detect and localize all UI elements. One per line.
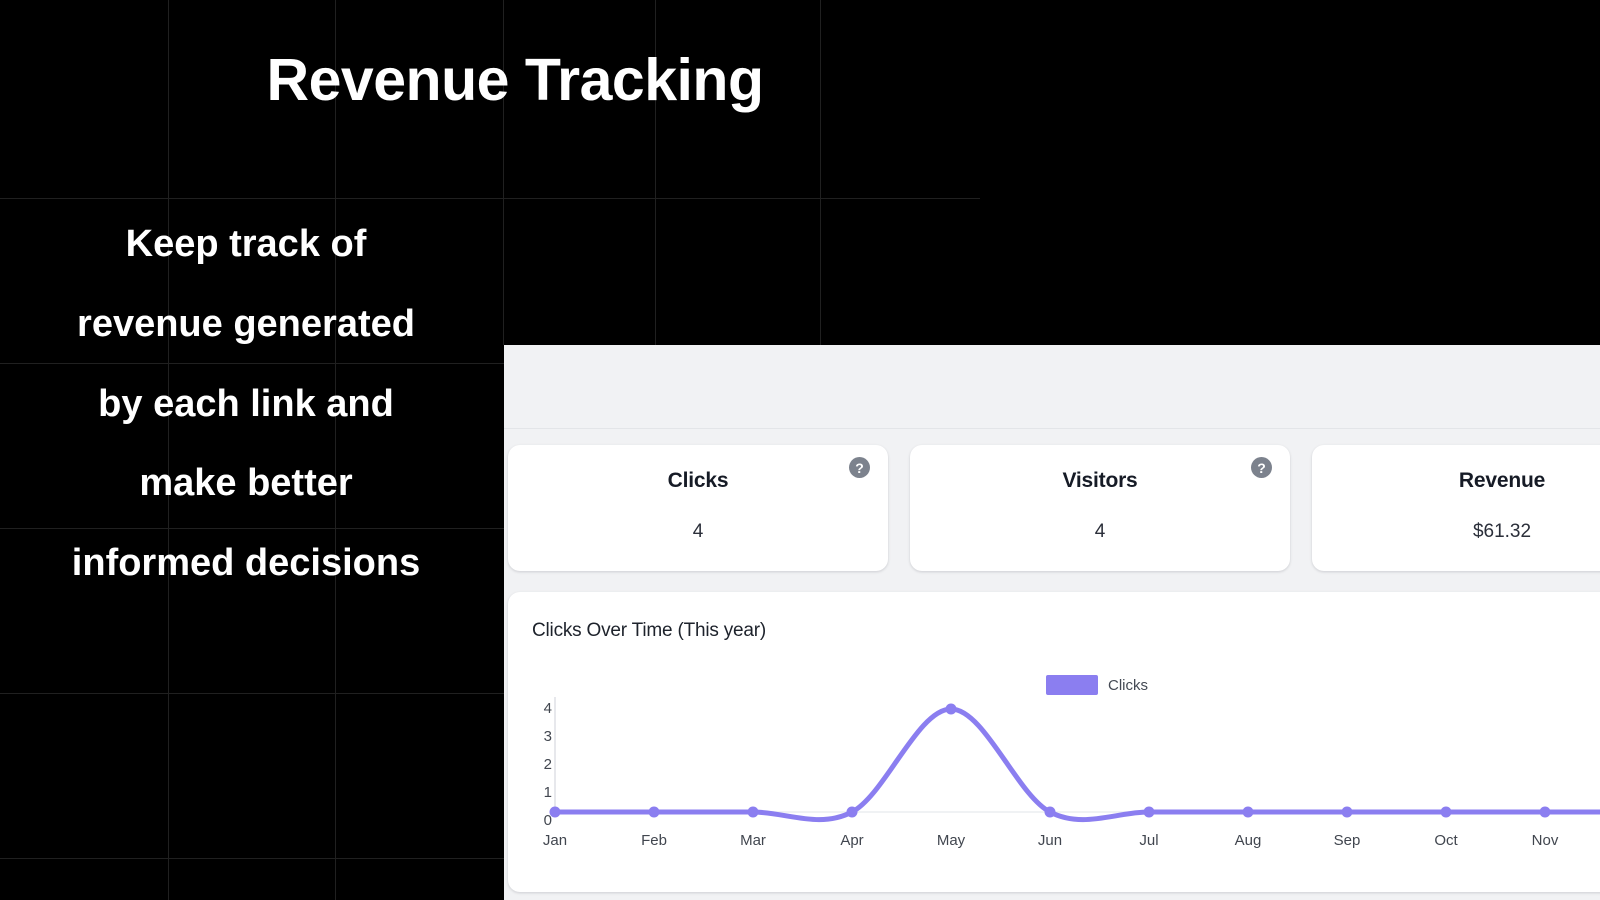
hero-line: revenue generated <box>77 302 415 345</box>
stat-card-title: Revenue <box>1458 469 1546 492</box>
app-panel: Clicks 4 ? Visitors 4 ? Revenue $61.32 ?… <box>504 345 1600 900</box>
x-axis-tick: Oct <box>1434 832 1458 849</box>
stat-card-value: 4 <box>1094 521 1106 542</box>
x-axis-tick: Jun <box>1037 832 1063 849</box>
stat-card-title: Visitors <box>1062 469 1138 492</box>
stat-card-revenue[interactable]: Revenue $61.32 ? <box>1312 445 1600 571</box>
stat-card-clicks[interactable]: Clicks 4 ? <box>508 445 888 571</box>
grid-line-horizontal <box>0 198 980 199</box>
x-axis-tick: Mar <box>740 832 766 849</box>
x-axis-tick: Apr <box>840 832 864 849</box>
stats-card-row: Clicks 4 ? Visitors 4 ? Revenue $61.32 ? <box>508 445 1600 571</box>
grid-line-horizontal <box>0 858 504 859</box>
hero-line: by each link and <box>98 382 394 425</box>
hero-line: informed decisions <box>71 542 421 585</box>
grid-line-horizontal <box>0 693 504 694</box>
screen-root: Revenue Tracking Keep track of revenue g… <box>0 0 1600 900</box>
help-icon[interactable]: ? <box>849 457 870 478</box>
stat-card-title: Clicks <box>667 469 729 492</box>
x-axis-tick: Jul <box>1139 832 1159 849</box>
stat-card-value: 4 <box>692 521 704 542</box>
clicks-over-time-card: Clicks Over Time (This year) Clicks 4 3 … <box>508 592 1600 892</box>
x-axis-tick: Nov <box>1531 832 1559 849</box>
x-axis-tick: May <box>936 832 966 849</box>
hero-description: Keep track of revenue generated by each … <box>0 205 492 604</box>
x-axis-tick: Feb <box>641 832 667 849</box>
hero-line: Keep track of <box>125 223 367 265</box>
help-icon[interactable]: ? <box>1251 457 1272 478</box>
x-axis-tick: Aug <box>1234 832 1262 849</box>
hero-line: make better <box>139 462 353 505</box>
x-axis-tick: Jan <box>542 832 568 849</box>
x-axis-tick-labels: JanFebMarAprMayJunJulAugSepOctNovDec <box>508 832 1600 856</box>
panel-toolbar <box>504 345 1600 429</box>
stat-card-value: $61.32 <box>1472 521 1532 542</box>
page-title: Revenue Tracking <box>266 47 765 113</box>
stat-card-visitors[interactable]: Visitors 4 ? <box>910 445 1290 571</box>
x-axis-tick: Sep <box>1333 832 1361 849</box>
